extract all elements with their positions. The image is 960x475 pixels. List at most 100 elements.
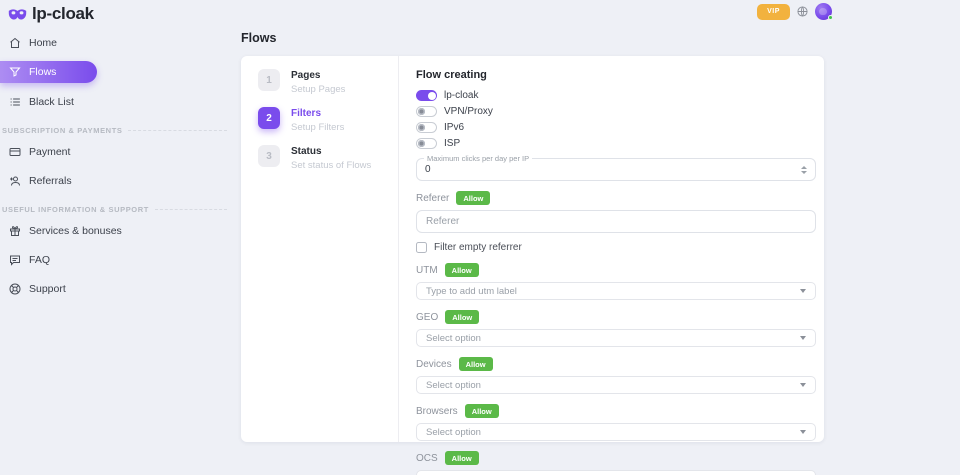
online-status-dot bbox=[828, 15, 833, 20]
chevron-down-icon bbox=[800, 430, 806, 434]
vip-button[interactable]: VIP bbox=[757, 4, 790, 20]
faq-bubble-icon bbox=[9, 254, 21, 266]
form-title: Flow creating bbox=[416, 69, 816, 81]
toggle-switch-off[interactable] bbox=[416, 138, 437, 149]
devices-label: Devices bbox=[416, 359, 452, 370]
mask-icon bbox=[8, 7, 27, 21]
sidebar-item-label: Services & bonuses bbox=[29, 225, 122, 237]
chevron-down-icon bbox=[800, 336, 806, 340]
sidebar-item-faq[interactable]: FAQ bbox=[0, 249, 241, 270]
max-clicks-field: Maximum clicks per day per IP bbox=[416, 158, 816, 181]
step-filters: 2 Filters Setup Filters bbox=[258, 107, 398, 133]
browsers-select[interactable]: Select option bbox=[416, 423, 816, 441]
sidebar-item-label: FAQ bbox=[29, 254, 50, 266]
brand-logo[interactable]: lp-cloak bbox=[8, 4, 94, 24]
toggle-isp[interactable]: ISP bbox=[416, 138, 816, 149]
max-clicks-input[interactable] bbox=[417, 164, 797, 175]
select-placeholder: Select option bbox=[426, 333, 481, 344]
checkbox-label: Filter empty referrer bbox=[434, 242, 522, 253]
flow-card: 1 Pages Setup Pages 2 Filters Setup Filt… bbox=[241, 56, 824, 442]
sidebar-item-services-bonuses[interactable]: Services & bonuses bbox=[0, 220, 241, 241]
black-list-icon bbox=[9, 96, 21, 108]
referer-allow-badge[interactable]: Allow bbox=[456, 191, 490, 205]
payment-card-icon bbox=[9, 146, 21, 158]
chevron-down-icon bbox=[800, 289, 806, 293]
step-title: Status bbox=[291, 145, 371, 157]
geo-label: GEO bbox=[416, 312, 438, 323]
step-status: 3 Status Set status of Flows bbox=[258, 145, 398, 171]
sidebar-item-support[interactable]: Support bbox=[0, 278, 241, 299]
step-subtitle: Setup Filters bbox=[291, 122, 344, 133]
checkbox-box[interactable] bbox=[416, 242, 427, 253]
user-avatar[interactable] bbox=[815, 3, 832, 20]
section-label: Useful information & support bbox=[2, 205, 149, 214]
referer-input[interactable] bbox=[416, 210, 816, 233]
select-placeholder: Type to add utm label bbox=[426, 286, 517, 297]
toggle-label: IPv6 bbox=[444, 122, 464, 133]
toggle-label: VPN/Proxy bbox=[444, 106, 493, 117]
sidebar-item-label: Referrals bbox=[29, 175, 72, 187]
step-number[interactable]: 2 bbox=[258, 107, 280, 129]
browsers-label: Browsers bbox=[416, 406, 458, 417]
sidebar-item-flows[interactable]: Flows bbox=[0, 61, 97, 83]
sidebar-item-label: Payment bbox=[29, 146, 70, 158]
filter-empty-referrer-checkbox[interactable]: Filter empty referrer bbox=[416, 242, 816, 253]
geo-label-row: GEO Allow bbox=[416, 310, 816, 324]
life-ring-icon bbox=[9, 283, 21, 295]
chevron-down-icon bbox=[800, 383, 806, 387]
browsers-allow-badge[interactable]: Allow bbox=[465, 404, 499, 418]
toggle-switch-on[interactable] bbox=[416, 90, 437, 101]
toggle-lp-cloak[interactable]: lp-cloak bbox=[416, 90, 816, 101]
sidebar-item-label: Home bbox=[29, 37, 57, 49]
step-title: Pages bbox=[291, 69, 345, 81]
devices-select[interactable]: Select option bbox=[416, 376, 816, 394]
page-title: Flows bbox=[241, 31, 824, 45]
sidebar-item-label: Black List bbox=[29, 96, 74, 108]
step-number[interactable]: 1 bbox=[258, 69, 280, 91]
select-placeholder: Select option bbox=[426, 427, 481, 438]
devices-allow-badge[interactable]: Allow bbox=[459, 357, 493, 371]
home-icon bbox=[9, 37, 21, 49]
brand-name: lp-cloak bbox=[32, 4, 94, 24]
sidebar: Home Flows Black List Subscription & pay… bbox=[0, 32, 241, 299]
referer-label-row: Referer Allow bbox=[416, 191, 816, 205]
utm-label-row: UTM Allow bbox=[416, 263, 816, 277]
flows-icon bbox=[9, 66, 21, 78]
utm-select[interactable]: Type to add utm label bbox=[416, 282, 816, 300]
globe-icon[interactable] bbox=[797, 6, 808, 17]
step-number[interactable]: 3 bbox=[258, 145, 280, 167]
step-pages: 1 Pages Setup Pages bbox=[258, 69, 398, 95]
utm-allow-badge[interactable]: Allow bbox=[445, 263, 479, 277]
step-subtitle: Set status of Flows bbox=[291, 160, 371, 171]
sidebar-item-black-list[interactable]: Black List bbox=[0, 91, 241, 112]
number-stepper[interactable] bbox=[797, 166, 811, 174]
toggle-vpn-proxy[interactable]: VPN/Proxy bbox=[416, 106, 816, 117]
referer-label: Referer bbox=[416, 193, 449, 204]
toggle-switch-off[interactable] bbox=[416, 122, 437, 133]
section-divider bbox=[128, 130, 227, 131]
geo-select[interactable]: Select option bbox=[416, 329, 816, 347]
sidebar-item-label: Flows bbox=[29, 66, 56, 78]
sidebar-item-label: Support bbox=[29, 283, 66, 295]
browsers-label-row: Browsers Allow bbox=[416, 404, 816, 418]
referrals-person-icon bbox=[9, 175, 21, 187]
sidebar-item-referrals[interactable]: Referrals bbox=[0, 170, 241, 191]
max-clicks-label: Maximum clicks per day per IP bbox=[424, 154, 532, 163]
flow-creating-form: Flow creating lp-cloak VPN/Proxy IPv6 IS… bbox=[399, 56, 824, 442]
toggle-switch-off[interactable] bbox=[416, 106, 437, 117]
section-label: Subscription & payments bbox=[2, 126, 122, 135]
ocs-select[interactable]: Select option bbox=[416, 470, 816, 475]
ocs-label: OCS bbox=[416, 453, 438, 464]
geo-allow-badge[interactable]: Allow bbox=[445, 310, 479, 324]
gift-icon bbox=[9, 225, 21, 237]
section-divider bbox=[155, 209, 227, 210]
steps-panel: 1 Pages Setup Pages 2 Filters Setup Filt… bbox=[241, 56, 399, 442]
ocs-allow-badge[interactable]: Allow bbox=[445, 451, 479, 465]
topbar-controls: VIP bbox=[757, 3, 832, 20]
toggle-label: ISP bbox=[444, 138, 460, 149]
sidebar-item-payment[interactable]: Payment bbox=[0, 141, 241, 162]
toggle-ipv6[interactable]: IPv6 bbox=[416, 122, 816, 133]
ocs-label-row: OCS Allow bbox=[416, 451, 816, 465]
main-content: Flows 1 Pages Setup Pages 2 Filters Setu… bbox=[241, 31, 824, 442]
sidebar-item-home[interactable]: Home bbox=[0, 32, 241, 53]
